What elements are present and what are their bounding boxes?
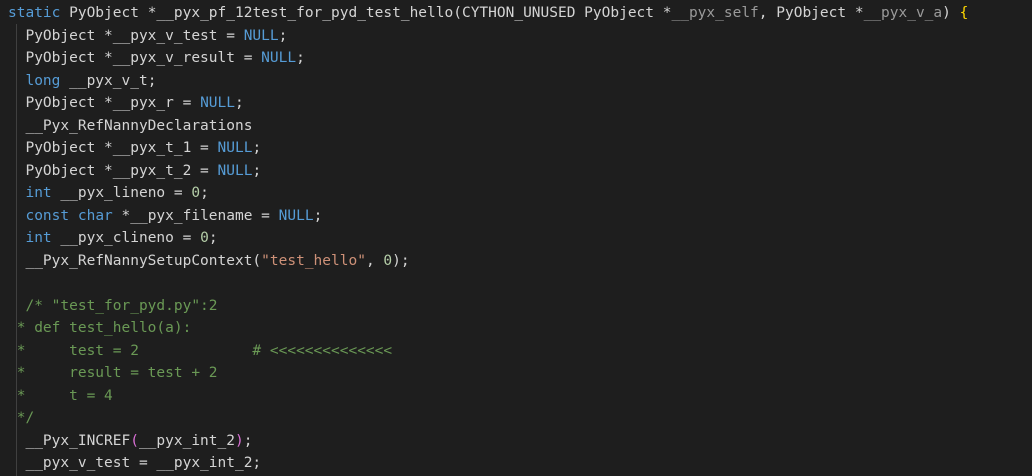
code-token: PyObject *__pyx_pf_12test_for_pyd_test_h… — [60, 5, 672, 21]
code-token: __pyx_lineno = — [51, 185, 192, 201]
code-token: char — [77, 207, 113, 224]
code-token: /* "test_for_pyd.py":2 — [8, 297, 218, 314]
code-token: , — [365, 252, 384, 269]
code-token: ; — [296, 50, 305, 66]
code-token: "test_hello" — [261, 252, 366, 269]
code-line[interactable]: __Pyx_RefNannySetupContext("test_hello",… — [8, 250, 1032, 273]
code-token: PyObject *__pyx_r = — [8, 95, 201, 111]
code-editor[interactable]: static PyObject *__pyx_pf_12test_for_pyd… — [0, 0, 1032, 476]
code-token: int — [25, 230, 52, 246]
code-token: { — [959, 5, 969, 21]
code-line[interactable]: * def test_hello(a): — [8, 317, 1032, 340]
code-token: * t = 4 — [8, 387, 113, 404]
code-line[interactable]: PyObject *__pyx_t_2 = NULL; — [8, 160, 1032, 183]
code-token: int — [25, 185, 52, 201]
code-token: ; — [234, 95, 244, 111]
code-line[interactable]: __Pyx_INCREF(__pyx_int_2); — [8, 430, 1032, 453]
code-token: PyObject *__pyx_t_2 = — [8, 162, 218, 179]
code-token: NULL — [261, 50, 297, 66]
code-token: long — [25, 72, 61, 89]
code-token: ) — [942, 5, 960, 21]
code-line[interactable] — [8, 272, 1032, 295]
code-line[interactable]: const char *__pyx_filename = NULL; — [8, 205, 1032, 228]
indent-guide — [16, 24, 17, 476]
code-token: */ — [8, 410, 35, 426]
code-token: , PyObject * — [758, 5, 864, 21]
code-line[interactable]: * t = 4 — [8, 385, 1032, 408]
code-token: ) — [234, 432, 244, 449]
code-line[interactable]: * result = test + 2 — [8, 362, 1032, 385]
code-token: const — [25, 207, 70, 224]
code-token: ( — [130, 432, 139, 449]
code-token: PyObject *__pyx_t_1 = — [8, 140, 218, 156]
code-token: ; — [208, 230, 218, 246]
code-line[interactable]: int __pyx_lineno = 0; — [8, 182, 1032, 205]
code-line[interactable]: __pyx_v_test = __pyx_int_2; — [8, 452, 1032, 475]
code-token: static — [8, 5, 61, 21]
code-token: NULL — [217, 140, 253, 156]
code-token: ; — [200, 185, 209, 201]
code-line[interactable]: /* "test_for_pyd.py":2 — [8, 295, 1032, 318]
code-token: ; — [252, 140, 262, 156]
code-token: NULL — [243, 27, 279, 44]
code-token: __Pyx_INCREF — [8, 432, 131, 449]
code-token: __pyx_v_a — [863, 5, 943, 21]
code-token: NULL — [200, 95, 235, 111]
code-line[interactable]: static PyObject *__pyx_pf_12test_for_pyd… — [8, 2, 1032, 25]
code-line[interactable]: __Pyx_RefNannyDeclarations — [8, 115, 1032, 138]
code-token: * result = test + 2 — [8, 365, 218, 381]
code-token: PyObject *__pyx_v_test = — [8, 27, 244, 44]
code-token: __pyx_int_2 — [138, 432, 235, 449]
code-line[interactable]: PyObject *__pyx_t_1 = NULL; — [8, 137, 1032, 160]
code-line[interactable]: PyObject *__pyx_v_test = NULL; — [8, 25, 1032, 48]
code-line[interactable]: int __pyx_clineno = 0; — [8, 227, 1032, 250]
code-token: NULL — [278, 207, 314, 224]
code-token: __pyx_self — [671, 5, 759, 21]
code-line[interactable]: long __pyx_v_t; — [8, 70, 1032, 93]
code-line[interactable]: PyObject *__pyx_r = NULL; — [8, 92, 1032, 115]
code-token: 0 — [383, 252, 393, 269]
code-token: __pyx_v_test = __pyx_int_2; — [8, 455, 262, 471]
code-token: * test = 2 # <<<<<<<<<<<<<< — [8, 342, 393, 359]
code-line[interactable]: */ — [8, 407, 1032, 430]
code-token: *__pyx_filename = — [112, 207, 279, 224]
code-area[interactable]: static PyObject *__pyx_pf_12test_for_pyd… — [0, 0, 1032, 475]
code-line[interactable]: * test = 2 # <<<<<<<<<<<<<< — [8, 340, 1032, 363]
code-token: 0 — [200, 230, 209, 246]
code-token: ); — [392, 252, 410, 269]
code-token: ; — [252, 162, 262, 179]
code-token: __pyx_v_t; — [60, 72, 157, 89]
code-token: ; — [278, 27, 288, 44]
code-token: __Pyx_RefNannyDeclarations — [8, 117, 253, 134]
code-token: __pyx_clineno = — [51, 230, 201, 246]
code-token: ; — [243, 432, 253, 449]
code-line[interactable]: PyObject *__pyx_v_result = NULL; — [8, 47, 1032, 70]
code-token: NULL — [217, 162, 253, 179]
code-token: __Pyx_RefNannySetupContext( — [8, 252, 262, 269]
code-token: ; — [313, 207, 323, 224]
code-token: * def test_hello(a): — [8, 320, 192, 336]
code-token: 0 — [191, 185, 201, 201]
code-token: PyObject *__pyx_v_result = — [8, 50, 262, 66]
